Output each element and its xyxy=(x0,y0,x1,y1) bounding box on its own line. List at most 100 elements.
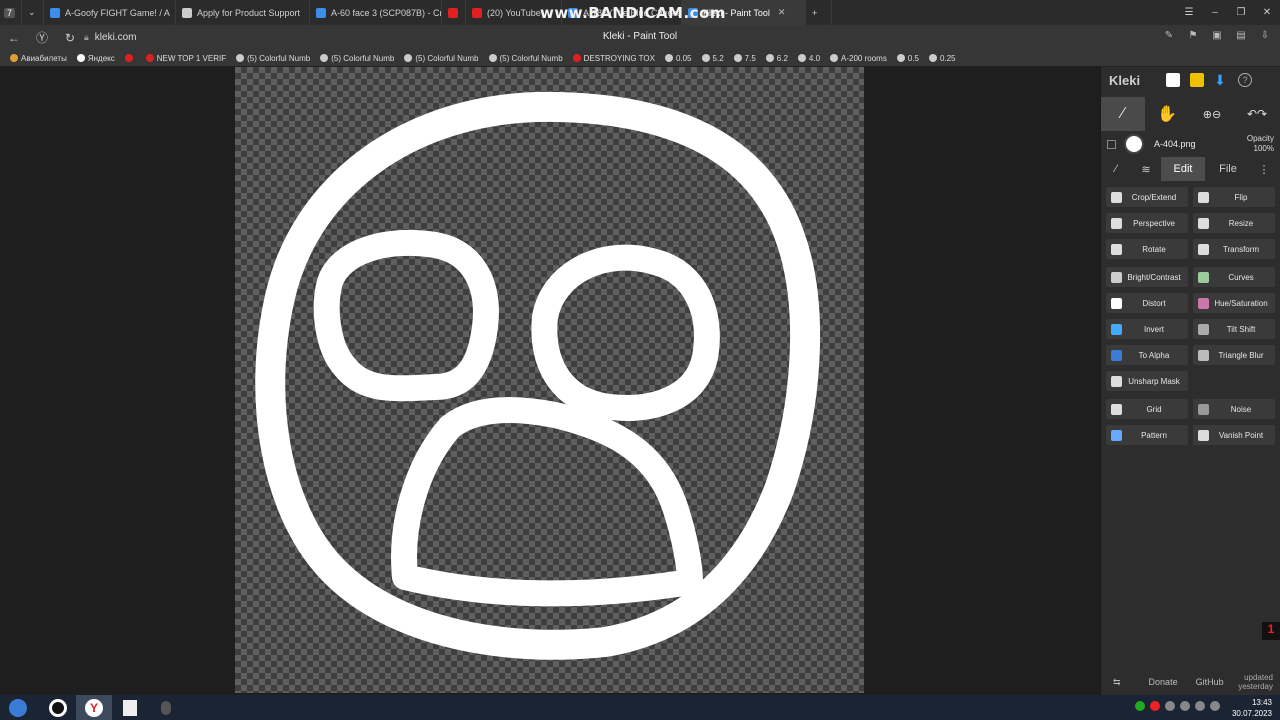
filter-bright-contrast-button[interactable]: Bright/Contrast xyxy=(1106,267,1188,287)
zoom-in-out-icon[interactable]: ⊕⊖ xyxy=(1189,97,1235,131)
bookmark-favicon-icon xyxy=(896,54,905,62)
tray-icon[interactable] xyxy=(1135,701,1145,711)
bookmark-item[interactable]: (5) Colorful Numb xyxy=(404,54,479,63)
layer-visibility-checkbox[interactable] xyxy=(1107,139,1116,149)
filter-transform-button[interactable]: Transform xyxy=(1193,239,1275,259)
bookmark-item[interactable]: 7.5 xyxy=(733,54,756,63)
new-image-icon[interactable] xyxy=(1166,73,1181,87)
back-icon[interactable]: ← xyxy=(0,31,28,45)
donate-link[interactable]: Donate xyxy=(1149,677,1178,687)
downloads-icon[interactable]: ⇩ xyxy=(1258,30,1272,44)
open-icon[interactable] xyxy=(1190,73,1205,87)
tab-layers[interactable]: ≋ xyxy=(1131,157,1161,181)
start-button[interactable] xyxy=(0,695,36,720)
download-icon[interactable]: ⬇ xyxy=(1214,73,1228,87)
bookmark-item[interactable]: 4.0 xyxy=(797,53,821,63)
bookmark-icon[interactable]: ⚑ xyxy=(1186,30,1200,44)
bookmark-item[interactable]: 6.2 xyxy=(765,54,788,63)
bookmark-item[interactable]: (5) Colorful Numb xyxy=(320,54,394,63)
close-icon[interactable]: ✕ xyxy=(1254,7,1280,18)
filter-perspective-button[interactable]: Perspective xyxy=(1106,213,1188,233)
github-link[interactable]: GitHub xyxy=(1196,677,1224,687)
tab-menu-button[interactable]: ⌄ xyxy=(22,0,44,25)
swap-icon[interactable]: ⇆ xyxy=(1113,677,1121,688)
filter-tilt-shift-button[interactable]: Tilt Shift xyxy=(1193,319,1275,339)
url-field[interactable]: kleki.com xyxy=(95,32,137,43)
browser-tab[interactable]: A-Goofy FIGHT Game! / A xyxy=(44,0,176,25)
help-icon[interactable]: ? xyxy=(1238,73,1253,87)
bookmark-item[interactable]: 0.25 xyxy=(928,54,956,63)
layer-row[interactable]: A-404.png Opacity 100% xyxy=(1101,131,1280,157)
filter-hue-saturation-button[interactable]: Hue/Saturation xyxy=(1193,293,1275,313)
filter-grid-button[interactable]: Grid xyxy=(1106,399,1188,419)
filter-rotate-button[interactable]: Rotate xyxy=(1106,239,1188,259)
clock-date: 30.07.2023 xyxy=(1231,709,1272,718)
filter-triangle-blur-button[interactable]: Triangle Blur xyxy=(1193,345,1275,365)
yandex-icon[interactable]: Ⓨ xyxy=(28,29,56,46)
mouse-taskbar-icon[interactable] xyxy=(148,695,184,720)
tray-icon[interactable] xyxy=(1195,701,1205,711)
menu-icon[interactable]: ☰ xyxy=(1176,7,1202,18)
bookmark-item[interactable]: Яндекс xyxy=(76,54,115,63)
bookmark-item[interactable]: 0.5 xyxy=(896,54,919,63)
bookmark-item[interactable]: NEW TOP 1 VERIF xyxy=(145,54,226,63)
filter-noise-button[interactable]: Noise xyxy=(1193,399,1275,419)
calculator-taskbar-icon[interactable] xyxy=(112,695,148,720)
bookmark-label: 4.0 xyxy=(808,53,821,63)
filter-to-alpha-button[interactable]: To Alpha xyxy=(1106,345,1188,365)
layer-opacity[interactable]: Opacity 100% xyxy=(1247,134,1274,154)
close-tab-icon[interactable]: ✕ xyxy=(778,7,786,18)
more-options-icon[interactable]: ⋮ xyxy=(1251,157,1277,181)
browser-tab-strip: 7 ⌄ A-Goofy FIGHT Game! / A Apply for Pro… xyxy=(0,0,1280,25)
bookmark-item[interactable]: (5) Colorful Numb xyxy=(236,54,310,63)
tray-icon[interactable] xyxy=(1180,701,1190,711)
browser-tab[interactable] xyxy=(442,0,466,25)
bookmark-item[interactable]: 0.05 xyxy=(664,54,692,63)
filter-label: Bright/Contrast xyxy=(1127,272,1181,282)
bandicam-taskbar-icon[interactable] xyxy=(40,695,76,720)
reader-icon[interactable]: ▤ xyxy=(1234,30,1248,44)
bookmark-item[interactable]: 5.2 xyxy=(701,54,724,63)
canvas-workspace[interactable] xyxy=(0,67,1100,695)
bookmark-label: (5) Colorful Numb xyxy=(499,53,563,63)
minimize-icon[interactable]: – xyxy=(1202,7,1228,18)
filter-invert-button[interactable]: Invert xyxy=(1106,319,1188,339)
extension-icon[interactable]: ▣ xyxy=(1210,30,1224,44)
bookmark-favicon-icon xyxy=(733,54,742,62)
filter-distort-button[interactable]: Distort xyxy=(1106,293,1188,313)
filter-pattern-button[interactable]: Pattern xyxy=(1106,425,1188,445)
brush-tool-icon[interactable]: ⁄ xyxy=(1101,97,1145,131)
reload-icon[interactable]: ↻ xyxy=(56,31,84,45)
filter-resize-button[interactable]: Resize xyxy=(1193,213,1275,233)
tab-favicon-icon xyxy=(50,7,60,18)
tab-brush[interactable]: ⁄ xyxy=(1101,157,1131,181)
filter-flip-button[interactable]: Flip xyxy=(1193,187,1275,207)
translate-icon[interactable]: ✎ xyxy=(1162,30,1176,44)
filter-crop-extend-button[interactable]: Crop/Extend xyxy=(1106,187,1188,207)
bookmark-item[interactable]: Авиабилеты xyxy=(10,54,67,63)
undo-redo-icon[interactable]: ↶↷ xyxy=(1235,97,1279,131)
system-clock[interactable]: 13:43 30.07.2023 xyxy=(1232,697,1272,719)
bookmark-item[interactable] xyxy=(124,54,136,62)
tab-counter[interactable]: 7 xyxy=(0,0,22,25)
tab-edit[interactable]: Edit xyxy=(1161,157,1205,181)
tray-icon[interactable] xyxy=(1150,701,1160,711)
bookmark-favicon-icon xyxy=(488,54,497,62)
bookmark-label: (5) Colorful Numb xyxy=(247,53,311,63)
drawing-canvas[interactable] xyxy=(235,67,864,693)
bookmark-item[interactable]: (5) Colorful Numb xyxy=(488,53,563,63)
tray-icon[interactable] xyxy=(1165,701,1175,711)
bookmark-item[interactable]: DESTROYING TOX xyxy=(572,54,655,63)
filter-curves-button[interactable]: Curves xyxy=(1193,267,1275,287)
filter-unsharp-mask-button[interactable]: Unsharp Mask xyxy=(1106,371,1188,391)
hand-tool-icon[interactable]: ✋ xyxy=(1145,97,1189,131)
yandex-browser-taskbar-icon[interactable]: Y xyxy=(76,695,112,720)
new-tab-button[interactable]: + xyxy=(806,0,832,25)
bookmark-item[interactable]: A-200 rooms xyxy=(830,54,887,63)
tab-file[interactable]: File xyxy=(1205,157,1251,181)
tray-icon[interactable] xyxy=(1210,701,1220,711)
browser-tab[interactable]: A-60 face 3 (SCP087B) - Cr xyxy=(310,0,442,25)
browser-tab[interactable]: Apply for Product Support xyxy=(176,0,310,25)
filter-vanish-point-button[interactable]: Vanish Point xyxy=(1193,425,1275,445)
restore-icon[interactable]: ❐ xyxy=(1228,7,1254,18)
